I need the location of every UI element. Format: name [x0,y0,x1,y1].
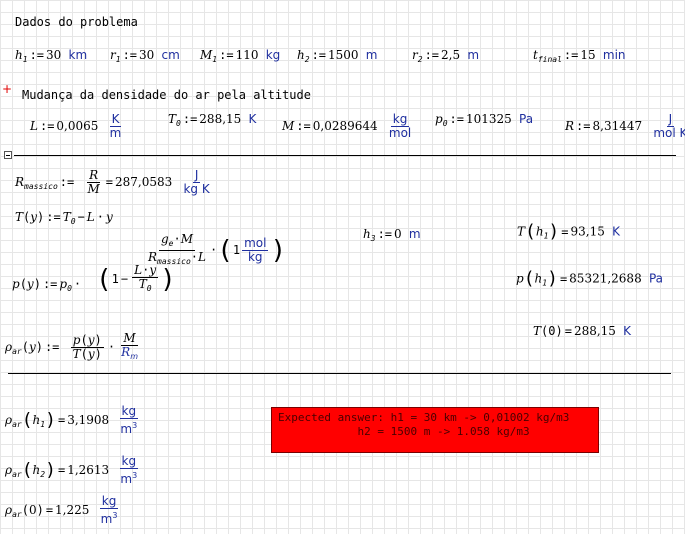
var-p0[interactable]: p0:= 101325 Pa [435,112,533,131]
var-L[interactable]: L:= 0,0065 Km [30,113,125,140]
var-h3[interactable]: h3:= 0 m [363,227,421,246]
region-divider-top [14,155,676,156]
eq-T-of-y[interactable]: T(y):= T0− L · y [15,210,113,229]
collapse-region-icon[interactable] [4,151,12,159]
result-rho-0[interactable]: ρar(0) = 1,225 kg m3 [5,495,121,526]
eval-p-h1[interactable]: p(h1) = 85321,2688 Pa [516,266,663,292]
result-rho-h1[interactable]: ρar(h1) = 3,1908 kg m3 [5,405,141,436]
region-divider-bottom [8,373,671,374]
expected-line-1: Expected answer: h1 = 30 km -> 0,01002 k… [278,411,570,424]
eval-T-h1[interactable]: T(h1) = 93,15 K [517,219,620,245]
var-M[interactable]: M:= 0,0289644 kg mol [282,113,415,140]
eq-rho-ar[interactable]: ρar(y):= p(y) T(y) · M Rm [5,332,142,363]
var-r2[interactable]: r2:= 2,5 m [412,48,479,67]
var-M1[interactable]: M1:= 110 kg [200,48,280,67]
section-title-densidade: Mudança da densidade do ar pela altitude [22,88,311,102]
result-rho-h2[interactable]: ρar(h2) = 1,2613 kg m3 [5,455,141,486]
eval-T-0[interactable]: T(0) = 288,15 K [533,324,631,338]
var-h1[interactable]: h1:= 30 km [15,48,87,67]
plus-marker-icon[interactable]: + [2,82,12,96]
var-tfinal[interactable]: tfinal:= 15 min [533,48,626,67]
section-title-dados: Dados do problema [15,15,138,29]
expected-line-2: h2 = 1500 m -> 1.058 kg/m3 [278,425,530,438]
eq-rmassico[interactable]: Rmassico:= R M = 287,0583 Jkg K [15,169,214,196]
var-R[interactable]: R:= 8,31447 Jmol K [565,113,685,140]
var-r1[interactable]: r1:= 30 cm [110,48,180,67]
var-h2[interactable]: h2:= 1500 m [297,48,378,67]
expected-answer-box[interactable]: Expected answer: h1 = 30 km -> 0,01002 k… [271,407,599,453]
var-T0[interactable]: T0:= 288,15 K [168,112,256,131]
